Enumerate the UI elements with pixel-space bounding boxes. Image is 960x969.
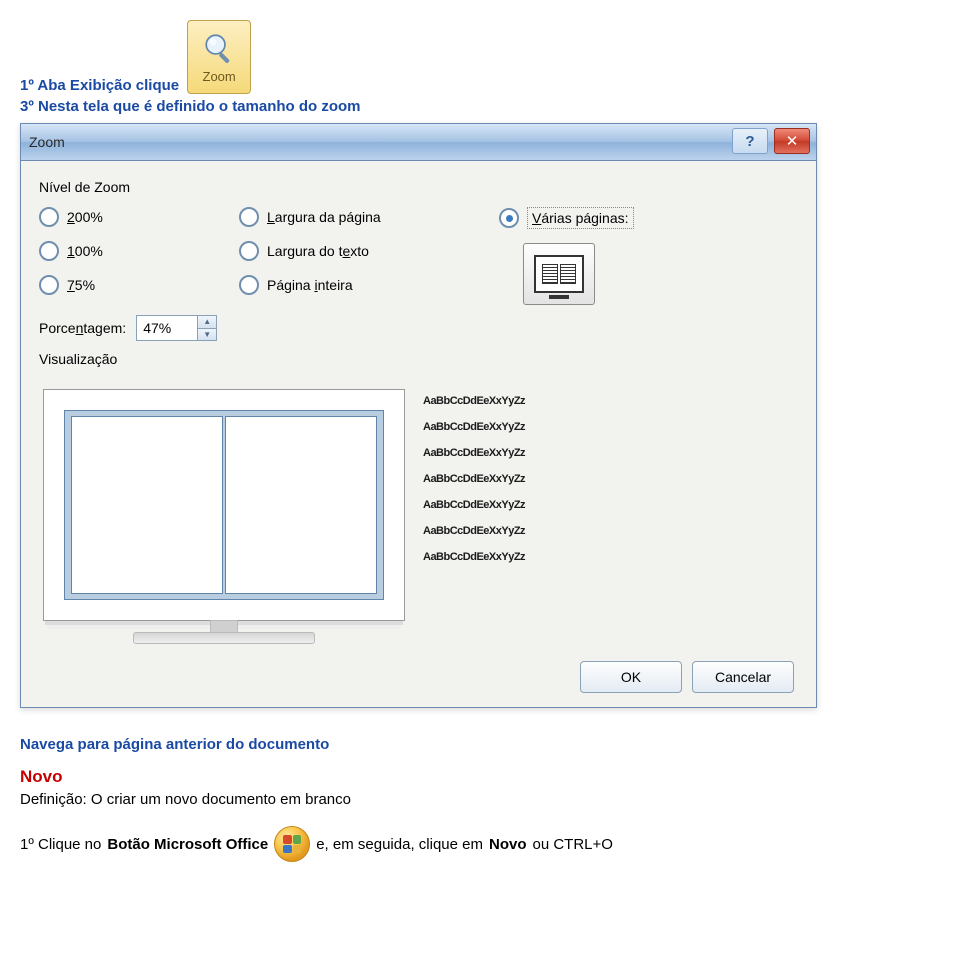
- porcentagem-input[interactable]: [137, 316, 197, 340]
- cancel-button[interactable]: Cancelar: [692, 661, 794, 693]
- radio-icon: [239, 275, 259, 295]
- radio-icon: [39, 207, 59, 227]
- novo-heading: Novo: [20, 767, 940, 787]
- radio-largura-pagina-label: Largura da página: [267, 209, 381, 225]
- sample-text: AaBbCcDdEeXxYyZz: [423, 499, 794, 511]
- radio-75[interactable]: 75%: [39, 275, 209, 295]
- radio-largura-texto-label: Largura do texto: [267, 243, 369, 259]
- radio-icon: [39, 241, 59, 261]
- radio-varias-paginas-label: Várias páginas:: [527, 207, 634, 229]
- sample-text: AaBbCcDdEeXxYyZz: [423, 551, 794, 563]
- monitor-preview: [43, 389, 405, 621]
- radio-200-label: 200%: [67, 209, 103, 225]
- novo-definition: Definição: O criar um novo documento em …: [20, 791, 940, 808]
- preview-page: [225, 416, 377, 594]
- intro-line2: 3º Nesta tela que é definido o tamanho d…: [20, 98, 940, 115]
- radio-icon: [499, 208, 519, 228]
- intro-line1: 1º Aba Exibição clique: [20, 77, 179, 94]
- text-preview: AaBbCcDdEeXxYyZz AaBbCcDdEeXxYyZz AaBbCc…: [423, 389, 794, 621]
- sample-text: AaBbCcDdEeXxYyZz: [423, 421, 794, 433]
- spinner-up[interactable]: ▲: [198, 316, 216, 329]
- radio-icon: [239, 207, 259, 227]
- sample-text: AaBbCcDdEeXxYyZz: [423, 525, 794, 537]
- radio-75-label: 75%: [67, 277, 95, 293]
- zoom-ribbon-button[interactable]: Zoom: [187, 20, 251, 94]
- porcentagem-label: Porcentagem:: [39, 320, 126, 336]
- final-part1: 1º Clique no: [20, 836, 101, 853]
- final-instruction: 1º Clique no Botão Microsoft Office e, e…: [20, 826, 940, 862]
- preview-area: AaBbCcDdEeXxYyZz AaBbCcDdEeXxYyZz AaBbCc…: [39, 379, 798, 651]
- porcentagem-spinner[interactable]: ▲ ▼: [136, 315, 217, 341]
- magnifier-icon: [202, 31, 236, 65]
- zoom-ribbon-label: Zoom: [203, 69, 236, 84]
- final-part2: e, em seguida, clique em: [316, 836, 483, 853]
- radio-100-label: 100%: [67, 243, 103, 259]
- ok-button[interactable]: OK: [580, 661, 682, 693]
- radio-largura-pagina[interactable]: Largura da página: [239, 207, 469, 227]
- office-button-icon: [274, 826, 310, 862]
- radio-200[interactable]: 200%: [39, 207, 209, 227]
- sample-text: AaBbCcDdEeXxYyZz: [423, 447, 794, 459]
- dialog-title: Zoom: [29, 134, 65, 150]
- preview-page: [71, 416, 223, 594]
- radio-pagina-inteira-label: Página inteira: [267, 277, 353, 293]
- sample-text: AaBbCcDdEeXxYyZz: [423, 473, 794, 485]
- multi-pages-icon: [534, 255, 584, 293]
- final-bold1: Botão Microsoft Office: [107, 836, 268, 853]
- navega-text: Navega para página anterior do documento: [20, 736, 940, 753]
- visualizacao-label: Visualização: [39, 351, 798, 367]
- multi-pages-selector[interactable]: [523, 243, 595, 305]
- final-part3: ou CTRL+O: [532, 836, 612, 853]
- help-button[interactable]: ?: [732, 128, 768, 154]
- radio-largura-texto[interactable]: Largura do texto: [239, 241, 469, 261]
- dialog-titlebar: Zoom ? ✕: [21, 124, 816, 161]
- radio-icon: [39, 275, 59, 295]
- radio-100[interactable]: 100%: [39, 241, 209, 261]
- final-bold2: Novo: [489, 836, 527, 853]
- zoom-dialog: Zoom ? ✕ Nível de Zoom 200% 100% 75%: [20, 123, 817, 708]
- sample-text: AaBbCcDdEeXxYyZz: [423, 395, 794, 407]
- close-button[interactable]: ✕: [774, 128, 810, 154]
- nivel-de-zoom-label: Nível de Zoom: [39, 179, 798, 195]
- radio-varias-paginas[interactable]: Várias páginas:: [499, 207, 779, 229]
- spinner-down[interactable]: ▼: [198, 329, 216, 341]
- radio-icon: [239, 241, 259, 261]
- radio-pagina-inteira[interactable]: Página inteira: [239, 275, 469, 295]
